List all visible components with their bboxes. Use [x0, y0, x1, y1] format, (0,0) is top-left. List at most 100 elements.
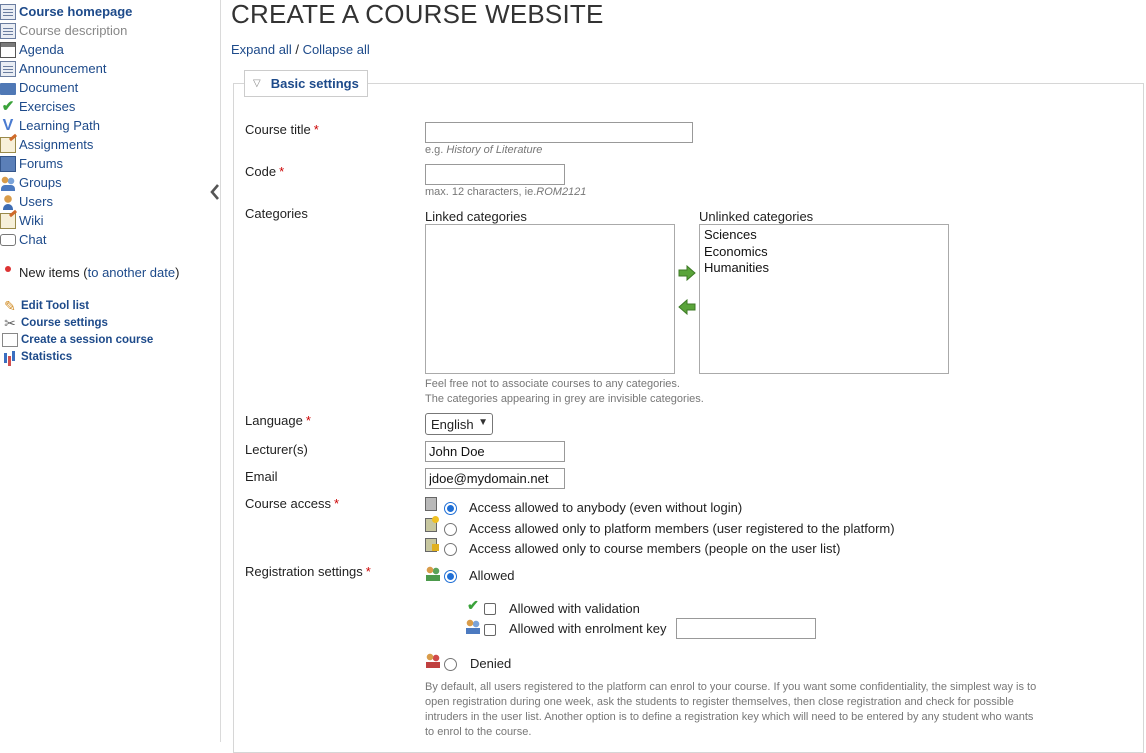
email-input[interactable]: [425, 468, 565, 489]
tool-groups[interactable]: Groups: [0, 173, 62, 192]
language-selected-value: English: [431, 416, 474, 432]
admin-label: Edit Tool list: [21, 299, 90, 312]
required-mark: *: [305, 413, 311, 428]
code-input[interactable]: [425, 164, 565, 185]
announcement-icon: [0, 60, 16, 77]
tool-users[interactable]: Users: [0, 192, 53, 211]
tool-agenda[interactable]: Agenda: [0, 40, 64, 59]
list-item[interactable]: Humanities: [700, 260, 948, 277]
required-mark: *: [279, 164, 285, 179]
admin-label: Course settings: [21, 316, 108, 329]
tool-assignments[interactable]: Assignments: [0, 135, 93, 154]
hint-example: History of Literature: [446, 144, 543, 156]
admin-edit-tool-list[interactable]: ✎ Edit Tool list: [2, 297, 89, 314]
tool-label: Exercises: [19, 99, 76, 114]
language-label: Language *: [245, 413, 311, 428]
enrolment-key-input[interactable]: [676, 618, 816, 639]
page-title: CREATE A COURSE WEBSITE: [231, 0, 604, 29]
tool-label: Announcement: [19, 61, 107, 76]
tool-forums[interactable]: Forums: [0, 154, 63, 173]
course-homepage-icon: [0, 3, 16, 20]
tool-label: Document: [19, 80, 79, 95]
registration-label: Registration settings *: [245, 564, 371, 579]
section-title: Basic settings: [270, 76, 359, 91]
expand-all-link[interactable]: Expand all: [231, 42, 292, 57]
users-icon: [0, 193, 16, 210]
exercises-icon: ✔: [1, 97, 15, 115]
session-icon: [2, 332, 18, 347]
statistics-icon: [2, 350, 18, 364]
document-icon: [0, 82, 16, 95]
hint-prefix: e.g.: [425, 144, 447, 156]
basic-settings-fieldset: [233, 83, 1144, 753]
admin-create-session-course[interactable]: Create a session course: [2, 331, 153, 348]
label-text: Language: [245, 413, 303, 428]
collapse-all-link[interactable]: Collapse all: [303, 42, 370, 57]
language-select[interactable]: English ▼: [425, 413, 493, 435]
linked-categories-list[interactable]: [425, 224, 675, 374]
lecturers-label: Lecturer(s): [245, 442, 308, 457]
tool-exercises[interactable]: ✔ Exercises: [0, 97, 76, 116]
lecturers-input[interactable]: [425, 441, 565, 462]
registration-denied-icon: [425, 652, 441, 668]
move-right-arrow-icon[interactable]: [678, 265, 696, 281]
new-items-close: ): [175, 265, 180, 280]
label-text: Code: [245, 164, 277, 179]
admin-course-settings[interactable]: ✂ Course settings: [2, 314, 108, 331]
email-label: Email: [245, 469, 278, 484]
collapse-sidebar-icon[interactable]: [208, 182, 222, 202]
pencil-icon: ✎: [4, 297, 16, 314]
required-mark: *: [313, 122, 319, 137]
assignments-icon: [0, 136, 16, 153]
course-description-icon: [0, 22, 16, 39]
basic-settings-toggle[interactable]: ▽ Basic settings: [244, 70, 368, 97]
validation-check-icon: ✔: [467, 597, 479, 613]
unlinked-categories-list[interactable]: Sciences Economics Humanities: [699, 224, 949, 374]
new-items-date-link[interactable]: to another date: [88, 265, 175, 280]
categories-hint-1: Feel free not to associate courses to an…: [425, 378, 680, 390]
unlinked-categories-label: Unlinked categories: [699, 209, 814, 224]
tool-course-homepage[interactable]: Course homepage: [0, 2, 132, 21]
admin-label: Statistics: [21, 350, 73, 363]
tool-label: Agenda: [19, 42, 64, 57]
tool-label: Groups: [19, 175, 62, 190]
new-items-bullet-icon: [5, 266, 11, 272]
access-anybody-label: Access allowed to anybody (even without …: [469, 500, 743, 515]
registration-denied-radio[interactable]: [444, 658, 457, 671]
registration-allowed-radio[interactable]: [444, 570, 457, 583]
chat-icon: [0, 233, 16, 246]
separator: /: [291, 42, 303, 57]
validation-checkbox[interactable]: [484, 603, 496, 615]
access-course-radio[interactable]: [444, 543, 457, 556]
label-text: Course title: [245, 122, 311, 137]
tool-label: Forums: [19, 156, 64, 171]
course-title-input[interactable]: [425, 122, 693, 143]
tool-label: Assignments: [19, 137, 94, 152]
tool-document[interactable]: Document: [0, 78, 78, 97]
tool-chat[interactable]: Chat: [0, 230, 46, 249]
list-item[interactable]: Economics: [700, 244, 948, 261]
main-content: CREATE A COURSE WEBSITE Expand all / Col…: [222, 0, 1146, 753]
course-access-label: Course access *: [245, 496, 339, 511]
agenda-icon: [0, 41, 16, 58]
tool-learning-path[interactable]: V Learning Path: [0, 116, 100, 135]
tool-announcement[interactable]: Announcement: [0, 59, 106, 78]
move-left-arrow-icon[interactable]: [678, 299, 696, 315]
tool-course-description[interactable]: Course description: [0, 21, 127, 40]
enrolment-key-label: Allowed with enrolment key: [509, 621, 667, 636]
categories-label: Categories: [245, 206, 308, 221]
tool-wiki[interactable]: Wiki: [0, 211, 44, 230]
new-items-label: New items (: [19, 265, 88, 280]
course-title-label: Course title *: [245, 122, 319, 137]
list-item[interactable]: Sciences: [700, 227, 948, 244]
validation-label: Allowed with validation: [509, 601, 640, 616]
access-anybody-radio[interactable]: [444, 502, 457, 515]
hint-example: ROM2121: [536, 186, 587, 198]
registration-help-text: By default, all users registered to the …: [425, 681, 1037, 738]
code-label: Code *: [245, 164, 284, 179]
code-hint: max. 12 characters, ie.ROM2121: [425, 186, 586, 198]
enrolment-key-checkbox[interactable]: [484, 624, 496, 636]
admin-statistics[interactable]: Statistics: [2, 348, 72, 365]
access-platform-radio[interactable]: [444, 523, 457, 536]
learning-path-icon: V: [2, 116, 14, 134]
